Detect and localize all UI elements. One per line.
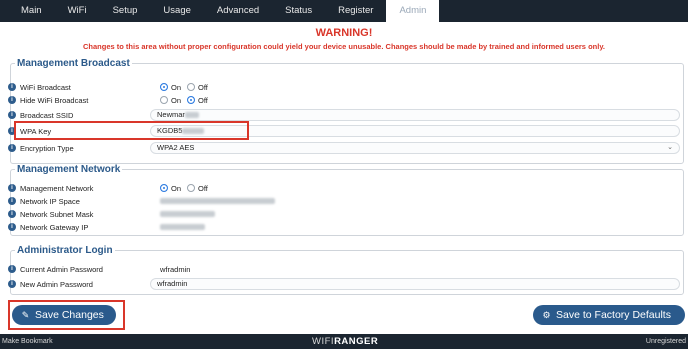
- hide-wifi-label: Hide WiFi Broadcast: [20, 95, 89, 105]
- new-password-row: i New Admin Password: [8, 277, 160, 291]
- ip-space-label: Network IP Space: [20, 196, 80, 206]
- section-legend: Administrator Login: [17, 245, 113, 256]
- management-network-label: Management Network: [20, 183, 94, 193]
- new-password-input[interactable]: wfradmin: [150, 278, 680, 290]
- hide-wifi-off-radio[interactable]: Off: [187, 96, 208, 105]
- top-tab-bar: Main WiFi Setup Usage Advanced Status Re…: [0, 0, 688, 22]
- broadcast-ssid-input[interactable]: Newmar: [150, 109, 680, 121]
- info-icon[interactable]: i: [8, 280, 16, 288]
- gear-icon: ⚙: [542, 309, 551, 320]
- radio-selected-icon: [160, 83, 168, 91]
- wifi-broadcast-row: i WiFi Broadcast On Off: [8, 80, 214, 94]
- encryption-label: Encryption Type: [20, 143, 74, 153]
- section-legend: Management Network: [17, 164, 121, 175]
- make-bookmark-link[interactable]: Make Bookmark: [2, 338, 53, 345]
- footer-bar: Make Bookmark WIFIRANGER Unregistered: [0, 334, 688, 349]
- tab-wifi[interactable]: WiFi: [55, 0, 100, 22]
- encryption-row: i Encryption Type: [8, 141, 160, 155]
- wifi-broadcast-off-radio[interactable]: Off: [187, 83, 208, 92]
- tab-main[interactable]: Main: [8, 0, 55, 22]
- new-password-label: New Admin Password: [20, 279, 93, 289]
- gateway-label: Network Gateway IP: [20, 222, 89, 232]
- info-icon[interactable]: i: [8, 83, 16, 91]
- tab-status[interactable]: Status: [272, 0, 325, 22]
- registration-status[interactable]: Unregistered: [646, 338, 686, 345]
- wpa-key-highlight: [14, 121, 249, 140]
- info-icon[interactable]: i: [8, 197, 16, 205]
- encryption-select[interactable]: WPA2 AES ⌄: [150, 142, 680, 154]
- info-icon[interactable]: i: [8, 96, 16, 104]
- info-icon[interactable]: i: [8, 111, 16, 119]
- save-changes-highlight: [8, 300, 125, 330]
- radio-selected-icon: [160, 184, 168, 192]
- current-password-label: Current Admin Password: [20, 264, 103, 274]
- gateway-row: i Network Gateway IP: [8, 220, 205, 234]
- section-legend: Management Broadcast: [17, 58, 130, 69]
- wifiranger-logo: WIFIRANGER: [312, 336, 379, 347]
- subnet-label: Network Subnet Mask: [20, 209, 94, 219]
- info-icon[interactable]: i: [8, 265, 16, 273]
- info-icon[interactable]: i: [8, 144, 16, 152]
- tab-setup[interactable]: Setup: [100, 0, 151, 22]
- chevron-down-icon: ⌄: [667, 144, 673, 151]
- tab-advanced[interactable]: Advanced: [204, 0, 272, 22]
- warning-text: Changes to this area without proper conf…: [82, 42, 606, 51]
- hide-wifi-row: i Hide WiFi Broadcast On Off: [8, 93, 214, 107]
- info-icon[interactable]: i: [8, 184, 16, 192]
- ip-space-value: [160, 198, 275, 204]
- hide-wifi-on-radio[interactable]: On: [160, 96, 181, 105]
- management-network-on-radio[interactable]: On: [160, 184, 181, 193]
- wifi-broadcast-on-radio[interactable]: On: [160, 83, 181, 92]
- wifi-broadcast-label: WiFi Broadcast: [20, 82, 71, 92]
- current-password-row: i Current Admin Password wfradmin: [8, 262, 190, 276]
- info-icon[interactable]: i: [8, 223, 16, 231]
- radio-empty-icon: [160, 96, 168, 104]
- subnet-value: [160, 211, 215, 217]
- broadcast-ssid-row: i Broadcast SSID: [8, 108, 160, 122]
- radio-empty-icon: [187, 83, 196, 91]
- current-password-value: wfradmin: [160, 264, 191, 274]
- radio-empty-icon: [187, 184, 196, 192]
- broadcast-ssid-label: Broadcast SSID: [20, 110, 74, 120]
- info-icon[interactable]: i: [8, 210, 16, 218]
- save-factory-defaults-button[interactable]: ⚙ Save to Factory Defaults: [533, 305, 685, 325]
- tab-admin[interactable]: Admin: [386, 0, 440, 22]
- subnet-row: i Network Subnet Mask: [8, 207, 215, 221]
- management-network-row: i Management Network On Off: [8, 181, 214, 195]
- management-network-off-radio[interactable]: Off: [187, 184, 208, 193]
- ip-space-row: i Network IP Space: [8, 194, 275, 208]
- radio-selected-icon: [187, 96, 196, 104]
- warning-title: WARNING!: [315, 27, 373, 39]
- tab-usage[interactable]: Usage: [150, 0, 203, 22]
- tab-register[interactable]: Register: [325, 0, 386, 22]
- gateway-value: [160, 224, 205, 230]
